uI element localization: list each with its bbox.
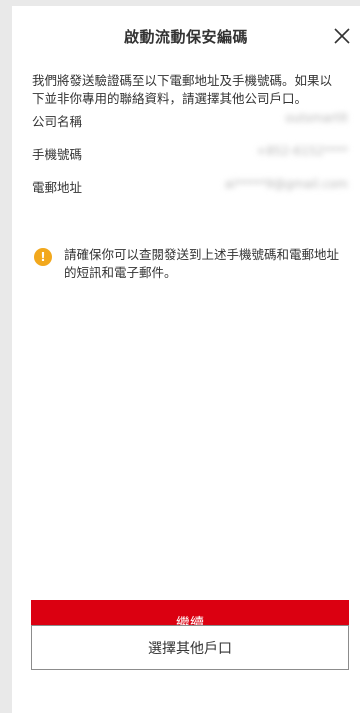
- detail-row-company: 公司名稱 outsmartlt: [32, 111, 348, 131]
- intro-text: 我們將發送驗證碼至以下電郵地址及手機號碼。如果以下並非你專用的聯絡資料，請選擇其…: [32, 73, 333, 106]
- detail-row-mobile: 手機號碼 +852-6152****: [32, 144, 348, 164]
- close-icon[interactable]: [330, 24, 354, 48]
- mobile-number-value: +852-6152****: [256, 144, 348, 158]
- warning-icon: !: [34, 248, 52, 266]
- company-name-label: 公司名稱: [32, 114, 83, 129]
- notice-block: ! 請確保你可以查閱發送到上述手機號碼和電郵地址的短訊和電子郵件。: [32, 246, 350, 286]
- detail-row-email: 電郵地址 ai*****9@gmail.com: [32, 177, 348, 197]
- verification-dialog: 啟動流動保安編碼 我們將發送驗證碼至以下電郵地址及手機號碼。如果以下並非你專用的…: [12, 6, 360, 713]
- dialog-title: 啟動流動保安編碼: [123, 28, 248, 46]
- mobile-number-label: 手機號碼: [32, 147, 83, 162]
- select-other-account-button[interactable]: 選擇其他戶口: [31, 625, 349, 670]
- notice-text: 請確保你可以查閱發送到上述手機號碼和電郵地址的短訊和電子郵件。: [64, 247, 340, 280]
- email-address-value: ai*****9@gmail.com: [224, 177, 348, 191]
- company-name-value: outsmartlt: [285, 111, 348, 125]
- dialog-header: 啟動流動保安編碼: [12, 6, 360, 64]
- email-address-label: 電郵地址: [32, 180, 83, 195]
